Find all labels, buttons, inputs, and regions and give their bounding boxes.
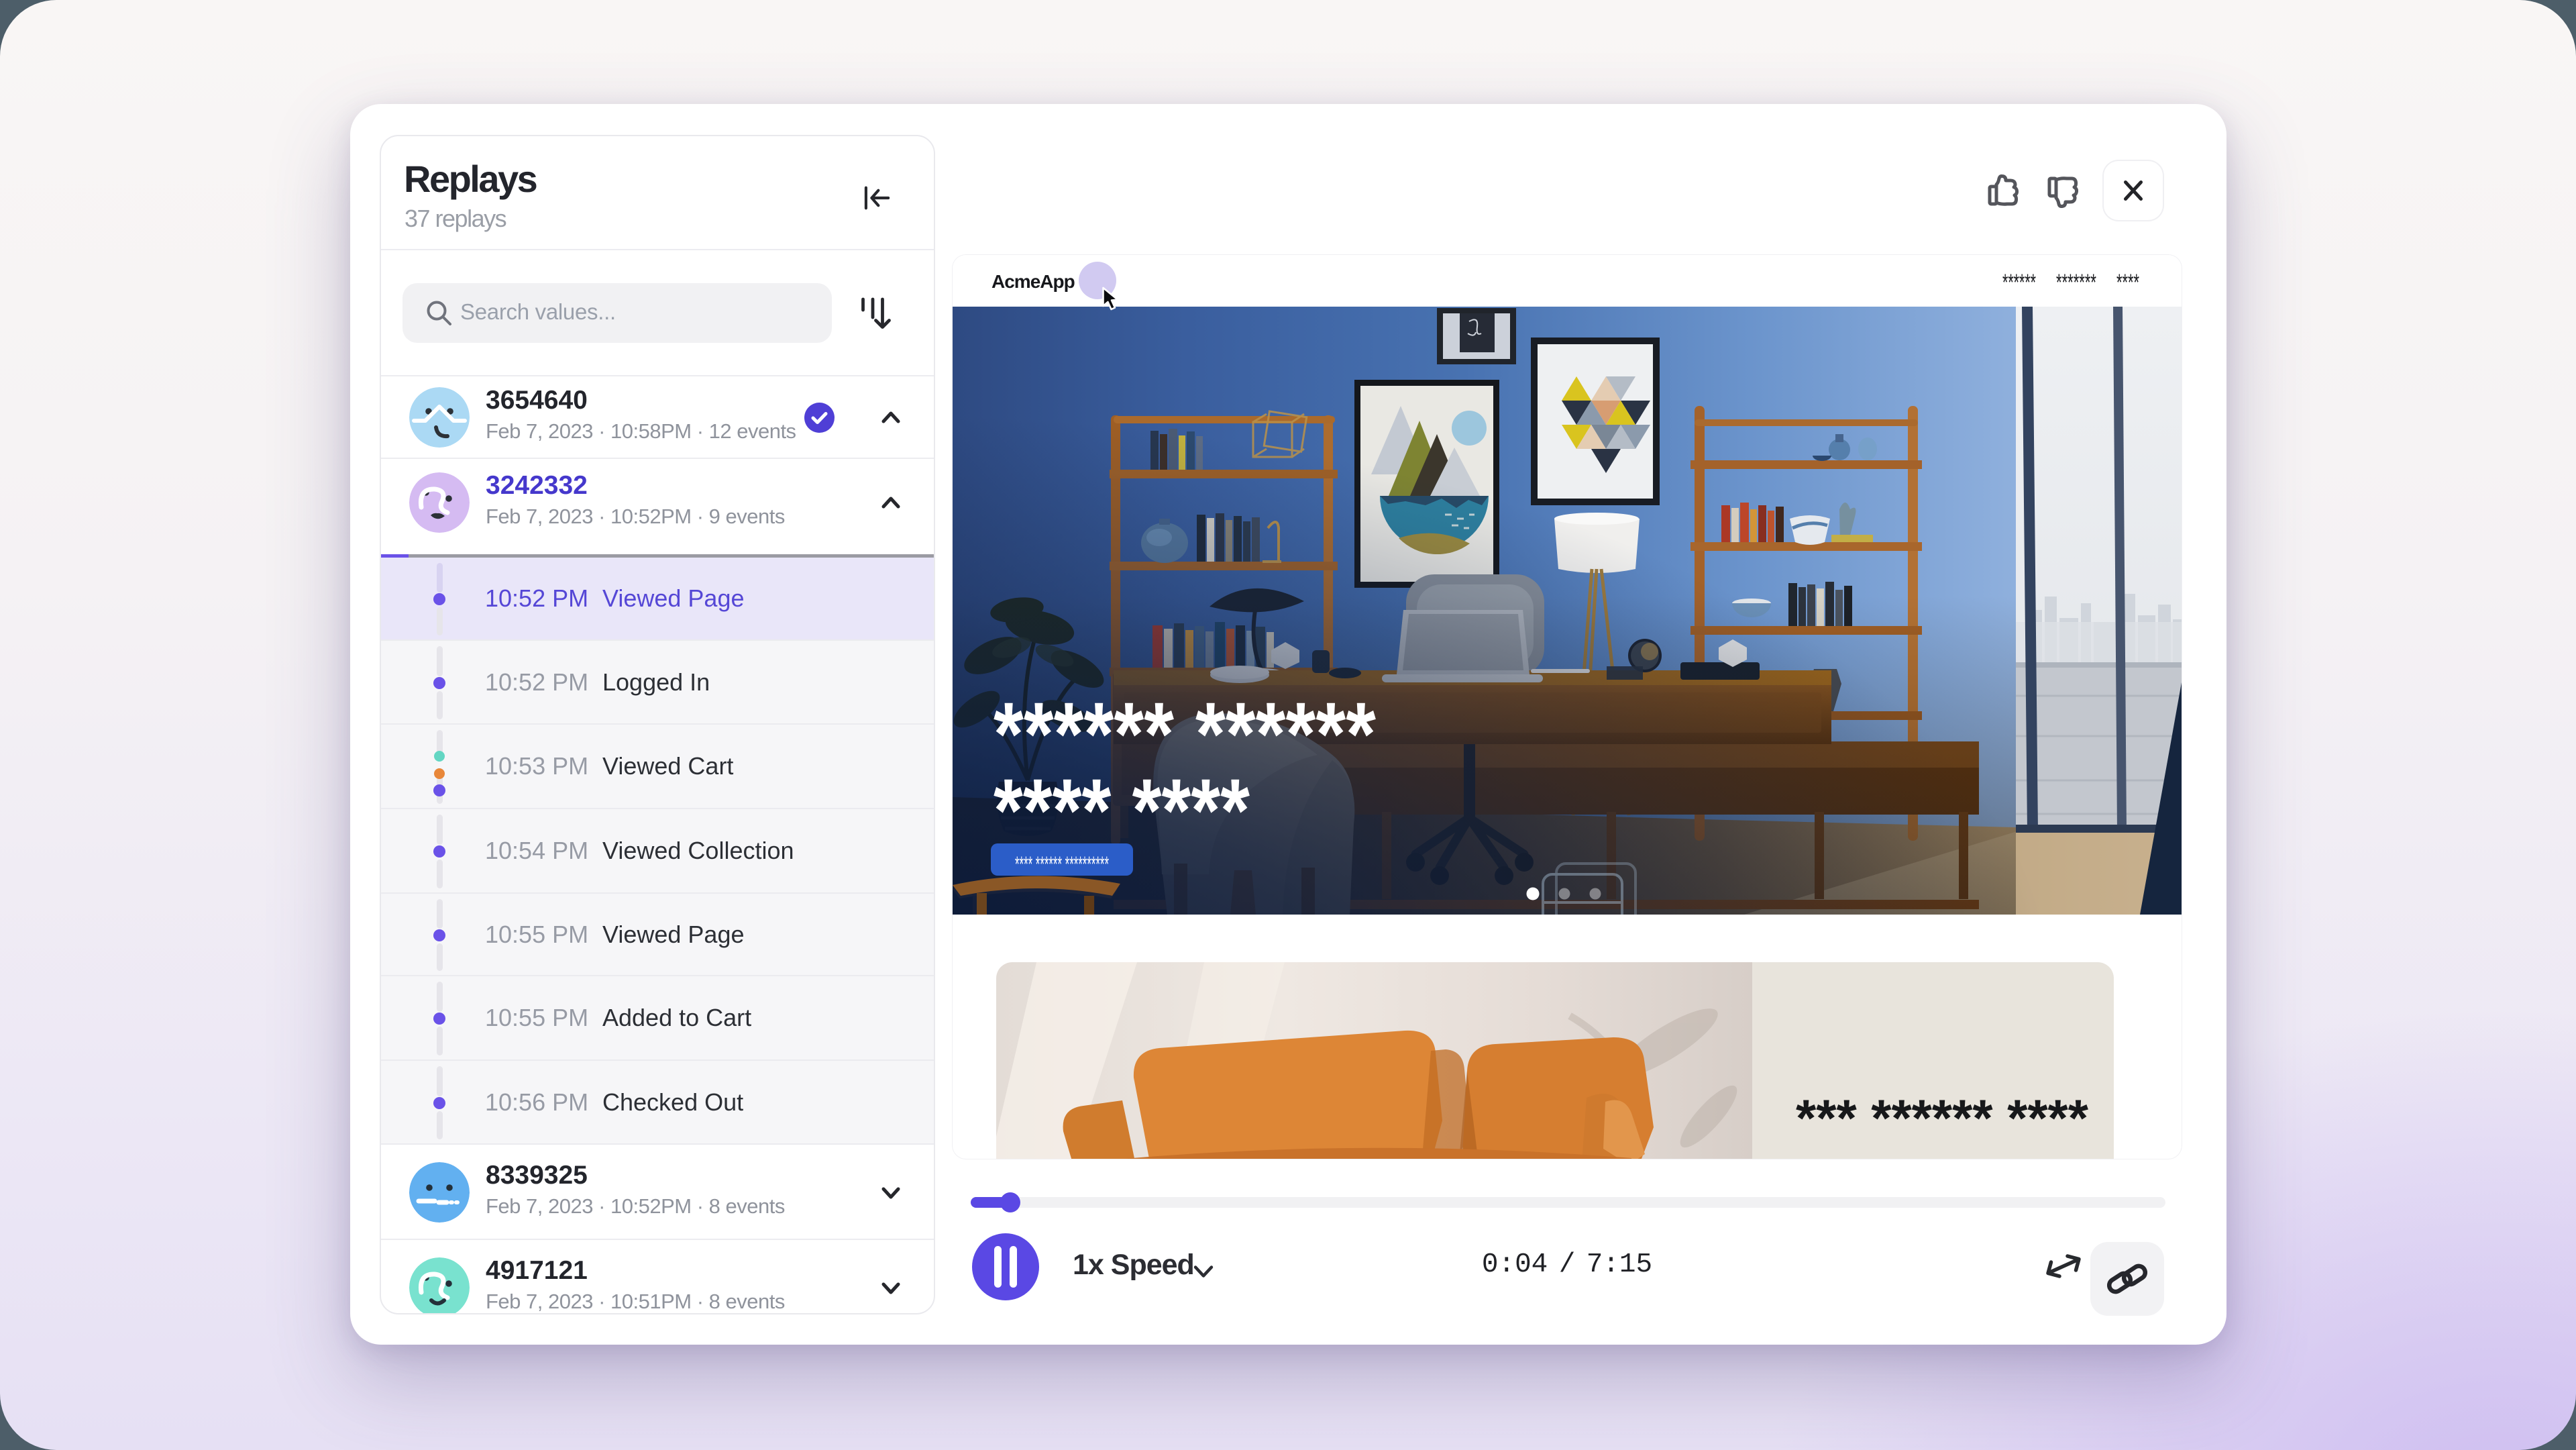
svg-text:**** ****** **********: **** ****** ********** [1015, 852, 1109, 876]
svg-text:*** ****** ****: *** ****** **** [1796, 1088, 2089, 1147]
svg-text:*******: ******* [2056, 270, 2096, 296]
svg-text:****: **** [2116, 270, 2139, 296]
svg-text:******: ****** [2002, 270, 2036, 296]
